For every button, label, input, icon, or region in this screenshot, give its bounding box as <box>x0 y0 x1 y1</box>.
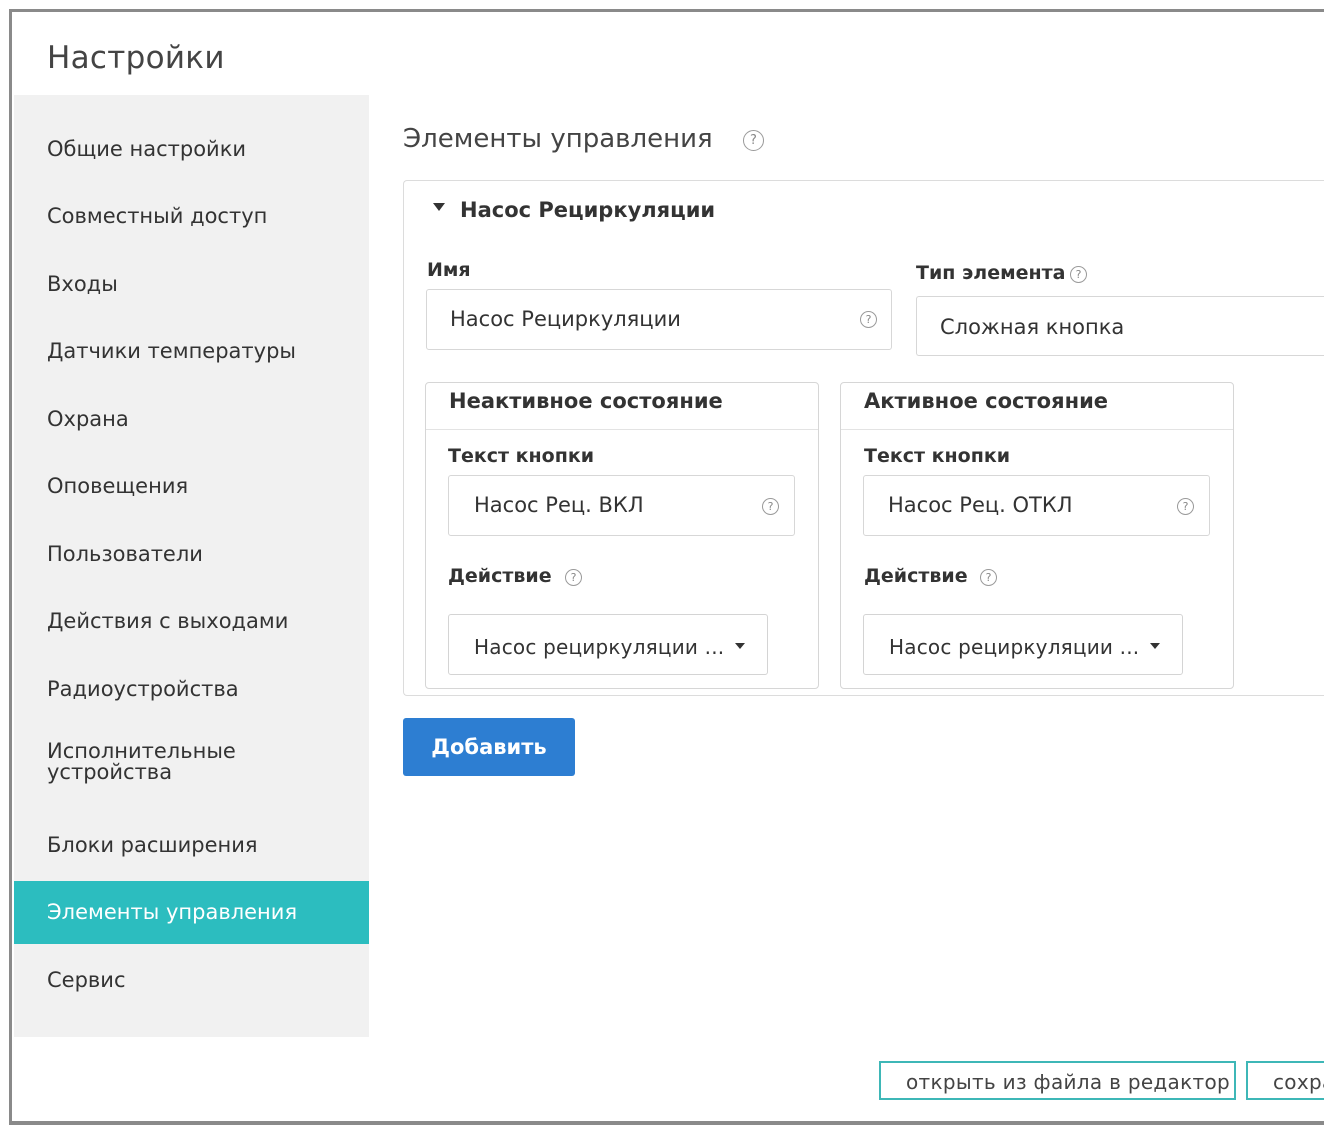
inactive-button-text-input[interactable]: Насос Рец. ВКЛ ? <box>448 475 795 536</box>
sidebar-item-label: Общие настройки <box>47 137 247 161</box>
element-type-value: Сложная кнопка <box>940 315 1125 339</box>
inactive-state-header: Неактивное состояние <box>426 383 818 430</box>
sidebar-item-output-actions[interactable]: Действия с выходами <box>14 603 369 639</box>
active-button-text-label: Текст кнопки <box>864 445 1011 467</box>
collapse-triangle-icon[interactable] <box>433 203 445 211</box>
open-file-in-editor-label: открыть из файла в редактор <box>906 1070 1230 1094</box>
sidebar-item-general[interactable]: Общие настройки <box>14 131 369 167</box>
inactive-button-text-value: Насос Рец. ВКЛ <box>474 493 644 517</box>
active-action-label: Действие <box>864 565 968 587</box>
inactive-button-text-label: Текст кнопки <box>448 445 595 467</box>
sidebar-item-service[interactable]: Сервис <box>14 962 369 998</box>
help-circle-icon[interactable]: ? <box>860 311 877 328</box>
dialog-title: Настройки <box>47 40 225 76</box>
sidebar-item-label: Радиоустройства <box>47 677 239 701</box>
help-circle-icon[interactable]: ? <box>762 498 779 515</box>
window-top-strip <box>0 0 1324 9</box>
sidebar-item-inputs[interactable]: Входы <box>14 266 369 302</box>
window-border-left <box>9 9 12 1125</box>
sidebar-item-temperature-sensors[interactable]: Датчики температуры <box>14 333 369 369</box>
sidebar-item-label: Совместный доступ <box>47 204 268 228</box>
inactive-action-label: Действие <box>448 565 552 587</box>
element-header[interactable]: Насос Рециркуляции <box>460 198 715 222</box>
sidebar-item-users[interactable]: Пользователи <box>14 536 369 572</box>
active-action-select[interactable]: Насос рециркуляции ... <box>863 614 1183 675</box>
sidebar-item-label: Охрана <box>47 407 129 431</box>
settings-sidebar: Общие настройки Совместный доступ Входы … <box>14 95 369 1037</box>
inactive-state-title: Неактивное состояние <box>449 389 723 413</box>
window-border-top <box>9 9 1324 12</box>
sidebar-item-sharing[interactable]: Совместный доступ <box>14 198 369 234</box>
sidebar-item-label-line2: устройства <box>47 760 173 784</box>
sidebar-item-label: Исполнительные устройства <box>47 741 236 783</box>
sidebar-item-actuators[interactable]: Исполнительные устройства <box>14 737 369 793</box>
caret-down-icon <box>1150 643 1160 649</box>
save-button[interactable]: сохра <box>1246 1061 1324 1100</box>
inactive-action-select[interactable]: Насос рециркуляции ... <box>448 614 768 675</box>
add-button[interactable]: Добавить <box>403 718 575 776</box>
sidebar-item-notifications[interactable]: Оповещения <box>14 468 369 504</box>
sidebar-item-label: Сервис <box>47 968 126 992</box>
open-file-in-editor-button[interactable]: открыть из файла в редактор <box>879 1061 1236 1100</box>
sidebar-item-label: Элементы управления <box>47 900 298 924</box>
element-type-field[interactable]: Сложная кнопка <box>916 296 1324 356</box>
help-circle-icon[interactable]: ? <box>980 569 997 586</box>
help-circle-icon[interactable]: ? <box>1070 266 1087 283</box>
active-button-text-value: Насос Рец. ОТКЛ <box>888 493 1073 517</box>
window-border-bottom <box>9 1121 1324 1125</box>
help-circle-icon[interactable]: ? <box>565 569 582 586</box>
name-input-value: Насос Рециркуляции <box>450 307 681 331</box>
sidebar-item-label: Входы <box>47 272 118 296</box>
sidebar-item-security[interactable]: Охрана <box>14 401 369 437</box>
name-input[interactable]: Насос Рециркуляции ? <box>426 289 892 350</box>
active-button-text-input[interactable]: Насос Рец. ОТКЛ ? <box>863 475 1210 536</box>
active-state-header: Активное состояние <box>841 383 1233 430</box>
section-title: Элементы управления <box>403 124 713 154</box>
sidebar-item-label: Блоки расширения <box>47 833 258 857</box>
sidebar-item-radio-devices[interactable]: Радиоустройства <box>14 671 369 707</box>
sidebar-item-expansion-blocks[interactable]: Блоки расширения <box>14 827 369 863</box>
help-circle-icon[interactable]: ? <box>1177 498 1194 515</box>
active-state-title: Активное состояние <box>864 389 1109 413</box>
active-action-value: Насос рециркуляции ... <box>889 635 1140 659</box>
save-button-label: сохра <box>1273 1070 1324 1094</box>
sidebar-item-controls[interactable]: Элементы управления <box>14 881 369 944</box>
sidebar-item-label: Оповещения <box>47 474 189 498</box>
sidebar-item-label: Пользователи <box>47 542 203 566</box>
name-label: Имя <box>427 259 471 281</box>
inactive-action-value: Насос рециркуляции ... <box>474 635 725 659</box>
sidebar-item-label: Действия с выходами <box>47 609 289 633</box>
sidebar-item-label: Датчики температуры <box>47 339 296 363</box>
element-type-label: Тип элемента <box>916 262 1066 284</box>
caret-down-icon <box>735 643 745 649</box>
help-circle-icon[interactable]: ? <box>743 130 764 151</box>
